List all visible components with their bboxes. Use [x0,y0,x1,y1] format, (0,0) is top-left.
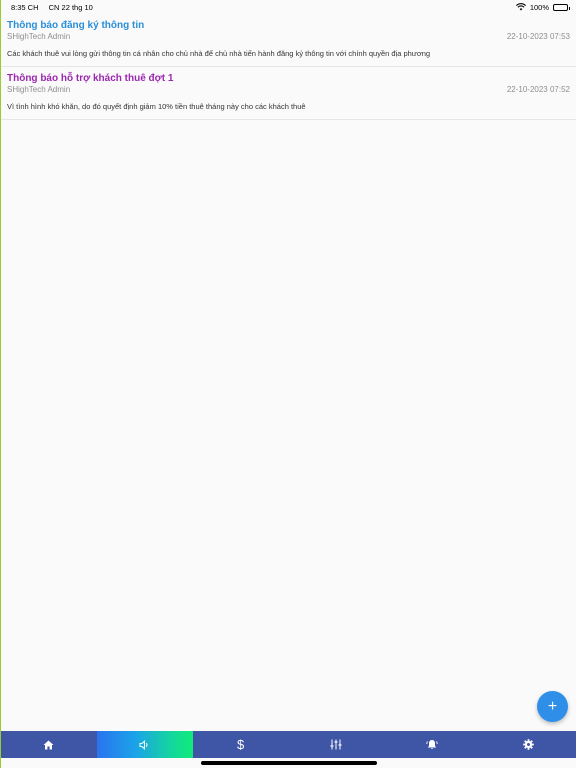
notice-body: Các khách thuê vui lòng gửi thông tin cá… [7,49,431,58]
add-notice-button[interactable]: + [537,691,568,722]
notice-date: 22-10-2023 07:53 [506,32,570,41]
status-right: 100% [515,2,570,12]
sliders-icon [330,739,342,750]
notice-author: SHighTech Admin [7,32,71,41]
battery-percent: 100% [529,2,549,12]
notice-title: Thông báo đăng ký thông tin [7,20,145,31]
notice-item[interactable]: Thông báo đăng ký thông tin SHighTech Ad… [1,14,576,67]
wifi-icon [515,3,526,11]
tab-sliders[interactable] [288,731,384,758]
gear-icon [522,739,534,750]
tab-home[interactable] [1,731,97,758]
notice-title: Thông báo hỗ trợ khách thuê đợt 1 [7,73,174,84]
status-left: 8:35 CH CN 22 thg 10 [11,3,101,12]
status-time: 8:35 CH [11,2,39,12]
status-date: CN 22 thg 10 [48,2,93,12]
notice-meta: SHighTech Admin 22-10-2023 07:52 [7,85,570,95]
notice-meta: SHighTech Admin 22-10-2023 07:53 [7,32,570,42]
bell-icon [426,739,438,750]
tab-bar: $ [1,731,576,758]
tab-announcements[interactable] [96,731,193,758]
home-indicator[interactable] [200,761,377,765]
tab-payments[interactable]: $ [193,731,289,758]
speaker-icon [139,739,150,750]
tab-settings[interactable] [480,731,576,758]
battery-icon [553,3,570,11]
dollar-icon: $ [236,737,245,752]
notice-list: Thông báo đăng ký thông tin SHighTech Ad… [1,14,576,120]
notice-date: 22-10-2023 07:52 [506,85,570,94]
tab-alerts[interactable] [384,731,480,758]
notice-body: Vì tình hình khó khăn, do đó quyết định … [7,102,306,111]
add-icon: + [547,697,558,715]
notice-author: SHighTech Admin [7,85,71,94]
home-icon [43,740,54,750]
notice-item[interactable]: Thông báo hỗ trợ khách thuê đợt 1 SHighT… [1,67,576,120]
status-bar: 8:35 CH CN 22 thg 10 100% [1,0,576,14]
